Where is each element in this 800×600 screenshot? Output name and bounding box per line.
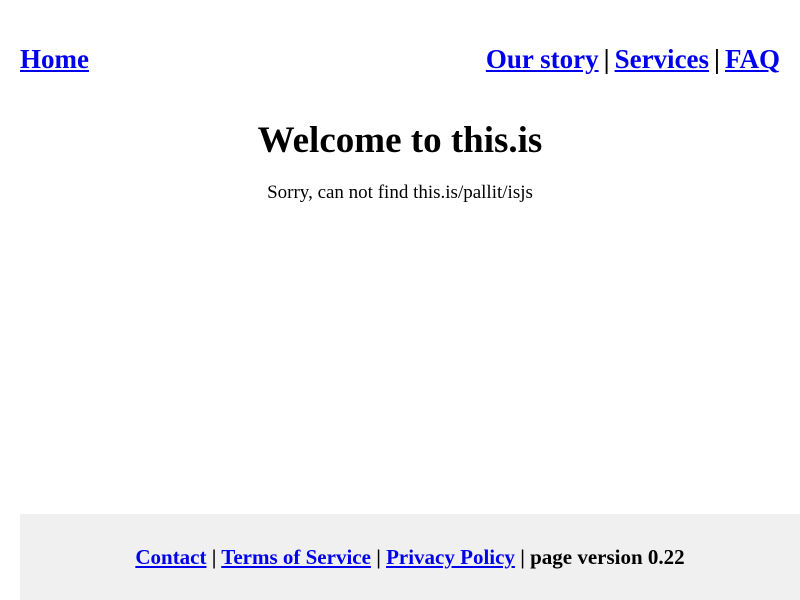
footer-content: Contact | Terms of Service | Privacy Pol… xyxy=(135,544,684,570)
our-story-link[interactable]: Our story xyxy=(486,44,599,74)
footer-separator: | xyxy=(211,545,217,569)
footer-separator: | xyxy=(376,545,381,569)
not-found-message: Sorry, can not find this.is/pallit/isjs xyxy=(267,182,533,203)
faq-link[interactable]: FAQ xyxy=(725,44,780,74)
page-title: Welcome to this.is xyxy=(257,120,543,161)
main-content: Welcome to this.is Sorry, can not find t… xyxy=(0,118,800,204)
terms-of-service-link[interactable]: Terms of Service xyxy=(221,545,371,569)
nav-separator: | xyxy=(603,44,610,74)
nav-separator: | xyxy=(714,44,720,74)
page-version: page version 0.22 xyxy=(530,545,685,569)
footer-separator: | xyxy=(520,545,525,569)
top-navigation: Home Our story | Services | FAQ xyxy=(20,42,780,76)
footer: Contact | Terms of Service | Privacy Pol… xyxy=(20,514,800,600)
contact-link[interactable]: Contact xyxy=(135,545,206,569)
page: Home Our story | Services | FAQ Welcome to t… xyxy=(0,0,800,600)
home-link[interactable]: Home xyxy=(20,42,89,76)
top-right-links: Our story | Services | FAQ xyxy=(486,42,780,76)
privacy-policy-link[interactable]: Privacy Policy xyxy=(386,545,515,569)
services-link[interactable]: Services xyxy=(615,44,709,74)
